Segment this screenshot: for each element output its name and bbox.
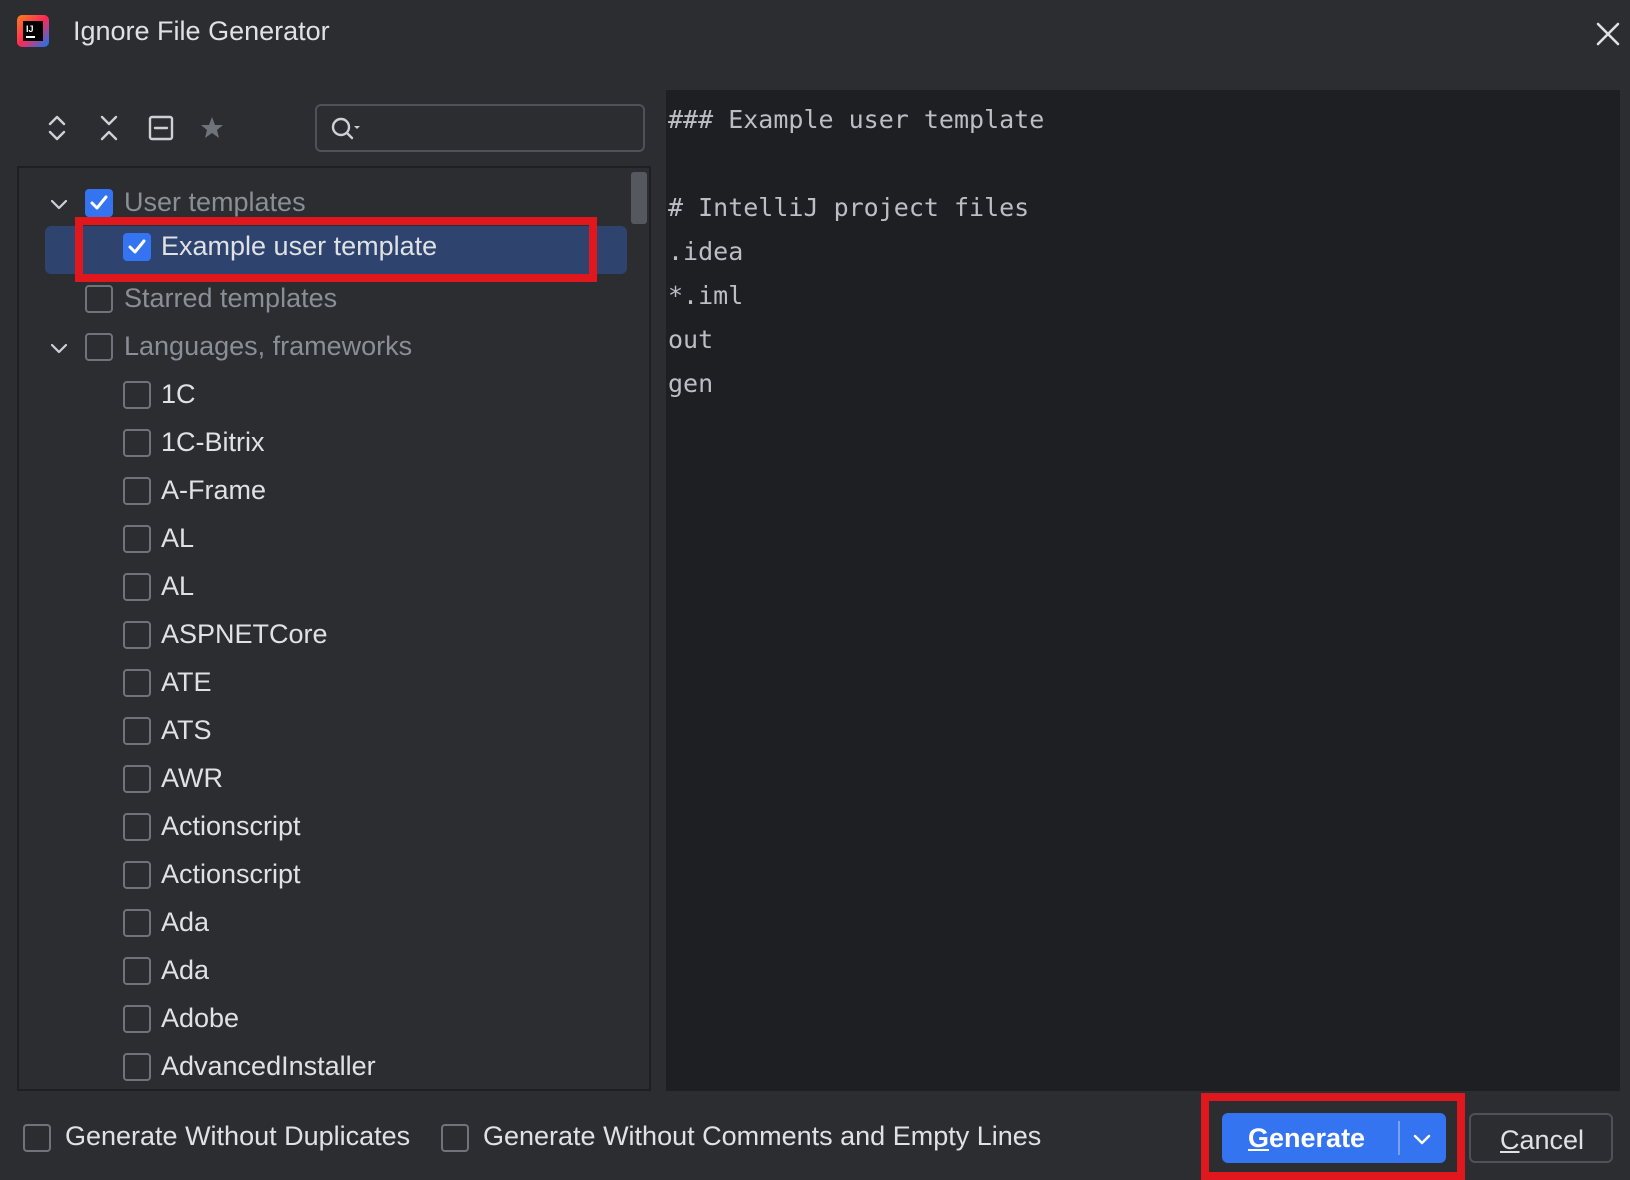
tree-item[interactable]: A-Frame — [19, 470, 619, 514]
tree-item-checkbox[interactable] — [123, 765, 151, 793]
tree-item[interactable]: AL — [19, 566, 619, 610]
generate-without-comments-label: Generate Without Comments and Empty Line… — [483, 1121, 1042, 1151]
tree-item[interactable]: Actionscript — [19, 854, 619, 898]
tree-item-checkbox[interactable] — [123, 669, 151, 697]
intellij-logo-icon: IJ — [17, 15, 49, 47]
generate-without-comments-checkbox[interactable] — [441, 1124, 469, 1152]
tree-item-label: Ada — [161, 955, 210, 985]
expand-all-icon[interactable] — [39, 110, 75, 146]
tree-item-checkbox[interactable] — [123, 813, 151, 841]
tree-item-label: Actionscript — [161, 859, 301, 889]
tree-item-checkbox[interactable] — [123, 957, 151, 985]
tree-node-user-templates[interactable]: User templates — [19, 182, 619, 226]
tree-item-checkbox[interactable] — [123, 909, 151, 937]
scrollbar-thumb[interactable] — [631, 172, 647, 224]
tree-node-languages-frameworks[interactable]: Languages, frameworks — [19, 326, 619, 370]
tree-item-label: 1C-Bitrix — [161, 427, 265, 457]
search-field[interactable] — [315, 104, 645, 152]
tree-node-starred-templates[interactable]: Starred templates — [19, 278, 619, 322]
example-user-template-label: Example user template — [161, 231, 438, 261]
tree-item-label: ASPNETCore — [161, 619, 328, 649]
generate-mnemonic: G — [1248, 1123, 1270, 1153]
example-user-template-checkbox[interactable] — [123, 233, 151, 261]
svg-text:IJ: IJ — [26, 24, 34, 34]
tree-item-label: ATS — [161, 715, 212, 745]
languages-frameworks-checkbox[interactable] — [85, 333, 113, 361]
preview-line: out — [668, 325, 714, 354]
tree-item-label: Ada — [161, 907, 210, 937]
tree-item-label: A-Frame — [161, 475, 267, 505]
search-input[interactable] — [369, 112, 637, 144]
tree-item-checkbox[interactable] — [123, 573, 151, 601]
window-title: Ignore File Generator — [73, 16, 330, 46]
tree-item-label: AdvancedInstaller — [161, 1051, 376, 1081]
tree-item-checkbox[interactable] — [123, 621, 151, 649]
preview-line: .idea — [668, 237, 744, 266]
tree-item-label: ATE — [161, 667, 212, 697]
tree-item[interactable]: ASPNETCore — [19, 614, 619, 658]
languages-frameworks-label: Languages, frameworks — [124, 331, 413, 361]
generate-label-rest: enerate — [1269, 1123, 1366, 1153]
preview-line — [668, 142, 1618, 186]
title-bar: IJ Ignore File Generator — [0, 0, 1630, 70]
generate-without-comments-option[interactable]: Generate Without Comments and Empty Line… — [441, 1120, 1061, 1160]
tree-item-checkbox[interactable] — [123, 717, 151, 745]
tree-item-checkbox[interactable] — [123, 525, 151, 553]
tree-item-checkbox[interactable] — [123, 1005, 151, 1033]
preview-line: ### Example user template — [668, 105, 1045, 134]
chevron-down-icon[interactable] — [1408, 1125, 1436, 1153]
tree-item[interactable]: 1C-Bitrix — [19, 422, 619, 466]
collapse-all-icon[interactable] — [91, 110, 127, 146]
tree-item-label: 1C — [161, 379, 196, 409]
tree-item-label: AL — [161, 571, 195, 601]
tree-item[interactable]: Actionscript — [19, 806, 619, 850]
tree-item[interactable]: AdvancedInstaller — [19, 1046, 619, 1089]
chevron-down-icon[interactable] — [47, 192, 71, 216]
tree-item-label: AWR — [161, 763, 223, 793]
template-tree[interactable]: User templates Example user template Sta… — [17, 166, 651, 1091]
tree-item[interactable]: Adobe — [19, 998, 619, 1042]
tree-item[interactable]: ATS — [19, 710, 619, 754]
preview-line: *.iml — [668, 281, 744, 310]
star-icon[interactable] — [194, 110, 230, 146]
close-icon[interactable] — [1588, 14, 1628, 54]
user-templates-label: User templates — [124, 187, 306, 217]
tree-item-checkbox[interactable] — [123, 429, 151, 457]
generate-button-label: Generate — [1248, 1123, 1365, 1154]
generate-button-separator — [1398, 1121, 1400, 1155]
tree-item[interactable]: Ada — [19, 902, 619, 946]
search-icon — [331, 117, 360, 140]
preview-line: # IntelliJ project files — [668, 193, 1030, 222]
tree-item-label: AL — [161, 523, 195, 553]
generate-button[interactable]: Generate — [1222, 1113, 1446, 1163]
cancel-mnemonic: C — [1500, 1125, 1520, 1155]
tree-item[interactable]: 1C — [19, 374, 619, 418]
tree-item-label: Adobe — [161, 1003, 240, 1033]
generate-without-duplicates-label: Generate Without Duplicates — [65, 1121, 411, 1151]
preview-line: gen — [668, 369, 714, 398]
generate-without-duplicates-checkbox[interactable] — [23, 1124, 51, 1152]
starred-templates-label: Starred templates — [124, 283, 338, 313]
tree-item[interactable]: Ada — [19, 950, 619, 994]
tree-item-checkbox[interactable] — [123, 861, 151, 889]
preview-editor[interactable]: ### Example user template # IntelliJ pro… — [666, 90, 1620, 1091]
generate-without-duplicates-option[interactable]: Generate Without Duplicates — [23, 1120, 423, 1160]
tree-item-checkbox[interactable] — [123, 477, 151, 505]
tree-item[interactable]: AL — [19, 518, 619, 562]
tree-item-checkbox[interactable] — [123, 381, 151, 409]
tree-item-checkbox[interactable] — [123, 1053, 151, 1081]
chevron-down-icon[interactable] — [47, 336, 71, 360]
user-templates-checkbox[interactable] — [85, 189, 113, 217]
cancel-label-rest: ancel — [1519, 1125, 1585, 1155]
tree-item-label: Actionscript — [161, 811, 301, 841]
collapse-icon[interactable] — [143, 110, 179, 146]
tree-item[interactable]: ATE — [19, 662, 619, 706]
cancel-button[interactable]: Cancel — [1469, 1113, 1613, 1163]
tree-node-example-user-template[interactable]: Example user template — [19, 226, 627, 274]
cancel-button-label: Cancel — [1500, 1125, 1584, 1156]
starred-templates-checkbox[interactable] — [85, 285, 113, 313]
tree-item[interactable]: AWR — [19, 758, 619, 802]
